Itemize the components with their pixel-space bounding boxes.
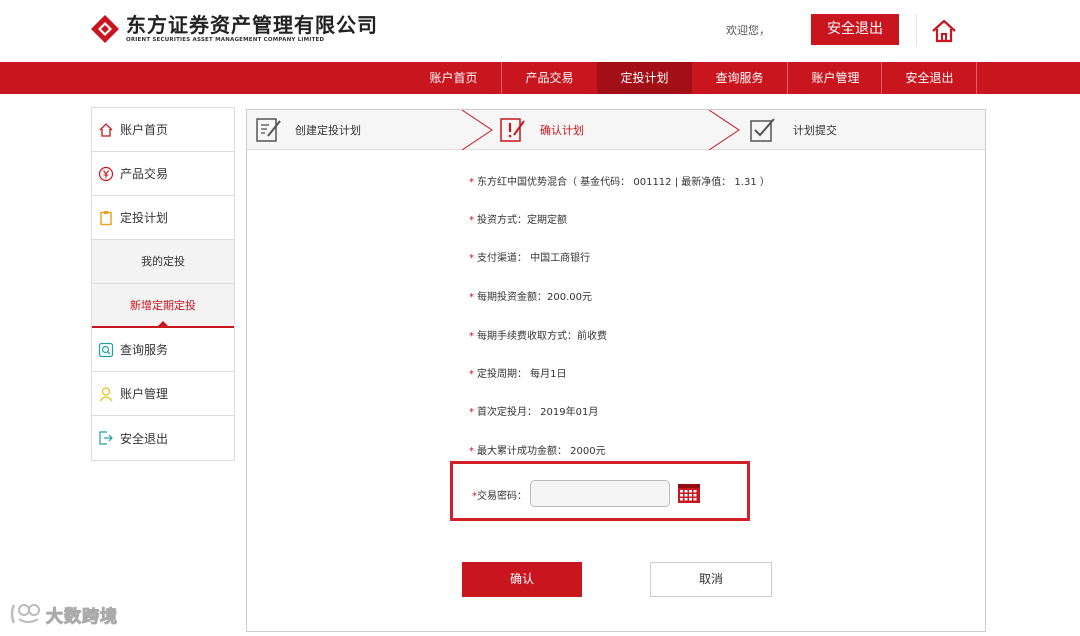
home-icon <box>99 122 113 137</box>
clipboard-icon <box>100 210 112 225</box>
sidebar-item-label: 账户首页 <box>120 123 169 137</box>
sidebar-item-product-trading[interactable]: 产品交易 <box>92 152 234 196</box>
sidebar-item-label: 定投计划 <box>120 211 169 225</box>
step-progress: 创建定投计划 确认计划 计划提交 <box>247 110 985 150</box>
nav-item-account-management[interactable]: 账户管理 <box>788 62 883 94</box>
info-max-amount: * 最大累计成功金额： 2000元 <box>469 446 606 457</box>
password-label: *交易密码： <box>472 491 527 502</box>
sidebar-item-label: 账户管理 <box>120 387 169 401</box>
sidebar-item-investment-plan[interactable]: 定投计划 <box>92 196 234 240</box>
main-panel: 创建定投计划 确认计划 计划提交 * 东方红中国优势混合（ 基金代码： 00111… <box>246 109 986 632</box>
sidebar-item-label: 安全退出 <box>120 431 169 446</box>
main-nav: 账户首页 产品交易 定投计划 查询服务 账户管理 安全退出 <box>0 62 1080 94</box>
password-highlight-box: *交易密码： <box>450 461 750 521</box>
info-amount-per-period: * 每期投资金额：200.00元 <box>469 292 592 303</box>
logout-button[interactable]: 安全退出 <box>811 14 899 45</box>
yen-icon <box>98 166 114 181</box>
info-first-month: * 首次定投月： 2019年01月 <box>469 407 599 418</box>
required-marker: * <box>469 407 474 418</box>
home-icon[interactable] <box>930 18 958 44</box>
sidebar-item-label: 查询服务 <box>120 343 169 357</box>
logo-english-name: ORIENT SECURITIES ASSET MANAGEMENT COMPA… <box>126 37 325 43</box>
user-icon <box>99 386 113 401</box>
submit-check-icon <box>750 118 775 142</box>
edit-icon <box>256 118 281 142</box>
required-marker: * <box>469 177 474 188</box>
info-fee-method: * 每期手续费收取方式：前收费 <box>469 331 607 342</box>
nav-item-investment-plan[interactable]: 定投计划 <box>597 62 692 94</box>
trade-password-input[interactable] <box>530 480 670 507</box>
sidebar-item-account-home[interactable]: 账户首页 <box>92 108 234 152</box>
required-marker: * <box>469 369 474 380</box>
watermark-text: 大数跨境 <box>46 606 118 627</box>
nav-item-query-service[interactable]: 查询服务 <box>692 62 787 94</box>
welcome-text: 欢迎您， <box>726 24 770 37</box>
required-marker: * <box>469 292 474 303</box>
required-marker: * <box>469 253 474 264</box>
confirm-step-icon <box>500 118 525 142</box>
header-divider <box>916 14 917 46</box>
step-create-plan: 创建定投计划 <box>295 124 361 137</box>
info-payment-channel: * 支付渠道： 中国工商银行 <box>469 253 591 264</box>
company-logo[interactable]: 东方证券资产管理有限公司 ORIENT SECURITIES ASSET MAN… <box>90 14 378 44</box>
required-marker: * <box>469 215 474 226</box>
sidebar-item-label: 产品交易 <box>120 167 169 181</box>
cancel-button[interactable]: 取消 <box>650 562 772 597</box>
watermark-logo-icon <box>10 604 40 624</box>
sidebar-subitem-my-plans[interactable]: 我的定投 <box>92 240 234 284</box>
diamond-logo-icon <box>91 15 119 43</box>
info-investment-method: * 投资方式：定期定额 <box>469 215 567 226</box>
nav-item-logout[interactable]: 安全退出 <box>882 62 977 94</box>
search-icon <box>98 342 114 357</box>
info-investment-cycle: * 定投周期： 每月1日 <box>469 369 567 380</box>
keyboard-icon[interactable] <box>677 480 701 504</box>
step-confirm-plan: 确认计划 <box>540 124 584 137</box>
logo-chinese-name: 东方证券资产管理有限公司 <box>126 13 378 37</box>
nav-divider <box>976 62 977 94</box>
required-marker: * <box>469 331 474 342</box>
nav-item-product-trading[interactable]: 产品交易 <box>502 62 597 94</box>
sidebar-item-query-service[interactable]: 查询服务 <box>92 328 234 372</box>
sidebar: 账户首页 产品交易 定投计划 我的定投 新增定期定投 查询服务 账户管理 安全退… <box>91 107 235 461</box>
info-fund-name: * 东方红中国优势混合（ 基金代码： 001112 | 最新净值： 1.31 ） <box>469 177 770 188</box>
header: 东方证券资产管理有限公司 ORIENT SECURITIES ASSET MAN… <box>0 0 1080 62</box>
exit-icon <box>99 431 113 445</box>
sidebar-item-logout[interactable]: 安全退出 <box>92 416 234 460</box>
sidebar-subitem-new-plan[interactable]: 新增定期定投 <box>92 284 234 328</box>
nav-item-account-home[interactable]: 账户首页 <box>406 62 501 94</box>
watermark: 大数跨境 <box>8 601 118 627</box>
step-submit-plan: 计划提交 <box>793 124 837 137</box>
required-marker: * <box>469 446 474 457</box>
sidebar-item-account-management[interactable]: 账户管理 <box>92 372 234 416</box>
confirm-button[interactable]: 确认 <box>462 562 582 597</box>
